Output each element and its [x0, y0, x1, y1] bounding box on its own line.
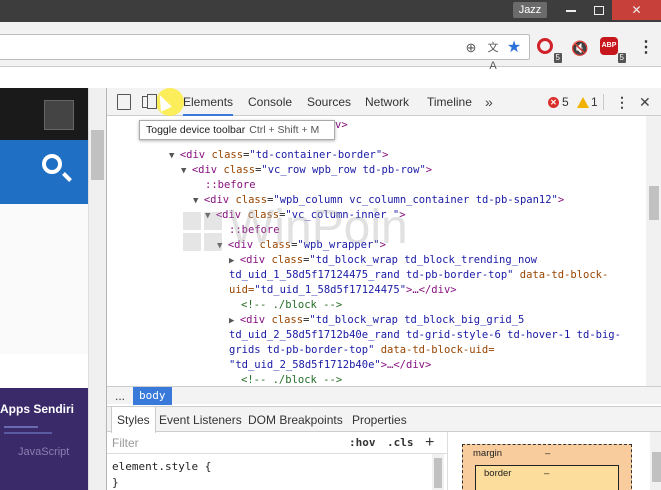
- box-model-pane: margin – border –: [447, 432, 661, 490]
- tooltip-shortcut: Ctrl + Shift + M: [249, 124, 320, 136]
- tree-node[interactable]: ▼ <div class="wpb_wrapper">: [217, 238, 386, 253]
- tree-node[interactable]: <!-- ./block -->: [241, 373, 342, 386]
- tree-node[interactable]: td_uid_1_58d5f17124475_rand td-pb-border…: [229, 268, 608, 283]
- minimize-icon: [566, 9, 576, 12]
- elements-scroll-thumb[interactable]: [649, 186, 659, 220]
- maximize-button[interactable]: [586, 0, 612, 20]
- devtools-close-icon[interactable]: ✕: [639, 88, 651, 116]
- breadcrumb: ... body: [107, 386, 661, 405]
- tree-node[interactable]: ▼ <div class="vc_column-inner ">: [205, 208, 406, 223]
- mute-tab-icon[interactable]: 🔇: [569, 37, 591, 59]
- close-window-button[interactable]: ✕: [612, 0, 661, 20]
- element-style-close: }: [112, 476, 119, 489]
- apps-title[interactable]: Apps Sendiri: [0, 402, 74, 416]
- web-page-viewport: Apps Sendiri JavaScript: [0, 88, 106, 490]
- tab-elements[interactable]: Elements: [183, 88, 234, 116]
- close-icon: ✕: [631, 3, 642, 17]
- styles-scrollbar[interactable]: [432, 454, 444, 490]
- window-titlebar: Jazz ✕: [0, 0, 661, 22]
- watermark-logo: [183, 212, 223, 252]
- styles-filter-row: Filter :hov .cls +: [107, 432, 447, 454]
- tab-sources[interactable]: Sources: [307, 88, 351, 116]
- page-scrollbar[interactable]: [88, 88, 106, 490]
- breadcrumb-body[interactable]: body: [133, 387, 172, 405]
- warning-count[interactable]: 1: [591, 88, 598, 116]
- hover-state-toggle[interactable]: :hov: [349, 432, 376, 454]
- devtools-panel: Elements Console Sources Network Timelin…: [106, 88, 661, 490]
- device-toolbar-tooltip: Toggle device toolbar Ctrl + Shift + M: [139, 120, 335, 140]
- tab-properties[interactable]: Properties: [352, 407, 407, 433]
- add-rule-button[interactable]: +: [425, 432, 434, 454]
- tab-console[interactable]: Console: [248, 88, 292, 116]
- inspect-element-icon[interactable]: [117, 94, 131, 110]
- elements-scrollbar[interactable]: [646, 116, 661, 386]
- tree-node[interactable]: grids td-pb-border-top" data-td-block-ui…: [229, 343, 495, 358]
- more-tabs-button[interactable]: »: [485, 88, 493, 116]
- tree-node[interactable]: ::before: [205, 178, 256, 193]
- tree-node[interactable]: td_uid_2_58d5f1712b40e_rand td-grid-styl…: [229, 328, 621, 343]
- extension-badge: 5: [553, 53, 562, 63]
- warning-icon[interactable]: [577, 97, 589, 108]
- extension-badge: 5: [617, 53, 626, 63]
- site-logo[interactable]: [44, 100, 74, 130]
- tree-node[interactable]: ▼ <div class="wpb_column vc_column_conta…: [193, 193, 564, 208]
- tab-network[interactable]: Network: [365, 88, 409, 116]
- opera-extension-icon[interactable]: 5: [536, 37, 562, 63]
- address-bar[interactable]: [0, 34, 530, 60]
- styles-filter-input[interactable]: Filter: [112, 432, 139, 454]
- adblock-plus-icon[interactable]: ABP 5: [600, 37, 626, 63]
- maximize-icon: [594, 6, 604, 16]
- box-model-scrollbar[interactable]: [650, 432, 661, 490]
- tree-node[interactable]: uid="td_uid_1_58d5f17124475">…</div>: [229, 283, 457, 298]
- devtools-menu-icon[interactable]: ⋮: [615, 88, 629, 116]
- apps-widget: Apps Sendiri JavaScript: [0, 388, 88, 490]
- devtools-tabbar: Elements Console Sources Network Timelin…: [107, 88, 661, 116]
- tree-node[interactable]: ▼ <div class="td-container-border">: [169, 148, 389, 163]
- box-model-border: border –: [475, 465, 619, 490]
- error-icon[interactable]: ✕: [548, 97, 559, 108]
- translate-icon[interactable]: 文A: [484, 39, 502, 72]
- tab-dom-breakpoints[interactable]: DOM Breakpoints: [248, 407, 343, 433]
- tree-node[interactable]: ▼ <div class="vc_row wpb_row td-pb-row">: [181, 163, 432, 178]
- search-icon[interactable]: [42, 154, 62, 174]
- tooltip-title: Toggle device toolbar: [146, 124, 246, 136]
- tree-node[interactable]: "td_uid_2_58d5f1712b40e">…</div>: [229, 358, 431, 373]
- minimize-button[interactable]: [558, 0, 584, 20]
- browser-menu-icon[interactable]: ⋮: [638, 37, 654, 59]
- tree-node[interactable]: <!-- ./block -->: [241, 298, 342, 313]
- box-model-margin: margin – border –: [462, 444, 632, 490]
- tree-node[interactable]: ::before: [229, 223, 280, 238]
- profile-badge[interactable]: Jazz: [513, 2, 547, 18]
- page-scroll-thumb[interactable]: [91, 130, 104, 180]
- styles-tabbar: Styles Event Listeners DOM Breakpoints P…: [107, 406, 661, 433]
- class-toggle[interactable]: .cls: [387, 432, 414, 454]
- tab-event-listeners[interactable]: Event Listeners: [159, 407, 242, 433]
- browser-toolbar: ⊕ 文A ★ 5 🔇 ABP 5 ⋮: [0, 22, 661, 72]
- tab-styles[interactable]: Styles: [111, 407, 156, 433]
- bookmark-star-icon[interactable]: ★: [505, 39, 523, 57]
- zoom-icon[interactable]: ⊕: [462, 39, 480, 57]
- element-style-rule[interactable]: element.style {: [112, 460, 211, 473]
- breadcrumb-ellipsis[interactable]: ...: [115, 387, 125, 405]
- tree-node[interactable]: ▶ <div class="td_block_wrap td_block_tre…: [229, 253, 537, 268]
- apps-subtitle[interactable]: JavaScript: [18, 446, 69, 458]
- error-count[interactable]: 5: [562, 88, 569, 116]
- tab-timeline[interactable]: Timeline: [427, 88, 472, 116]
- tree-node[interactable]: ▶ <div class="td_block_wrap td_block_big…: [229, 313, 524, 328]
